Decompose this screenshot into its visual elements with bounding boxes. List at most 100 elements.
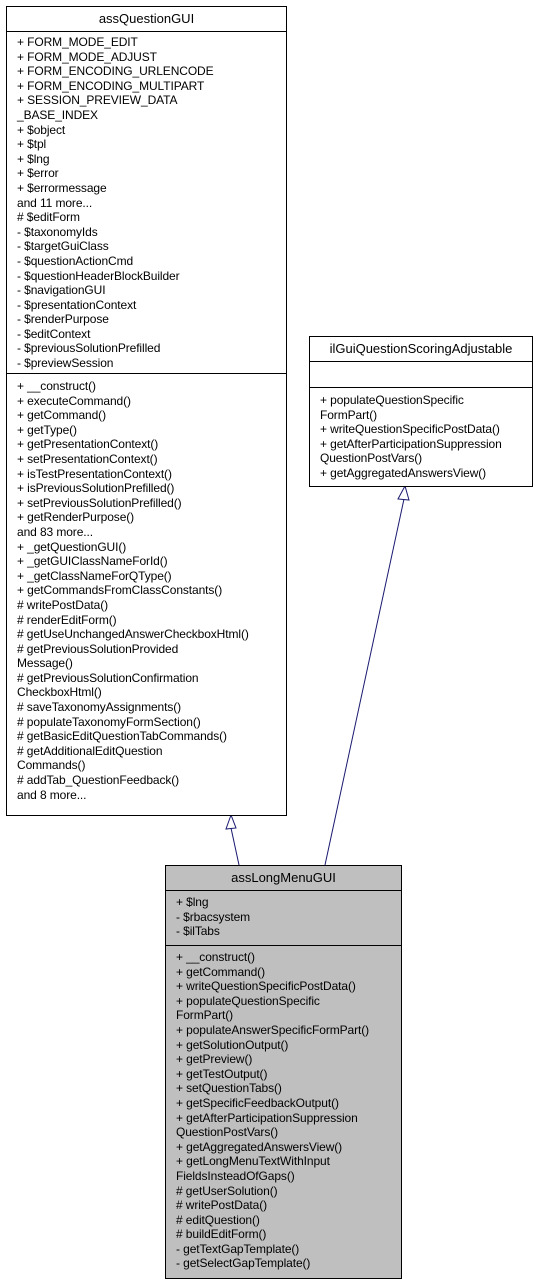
class-attribute: - $navigationGUI bbox=[17, 283, 106, 298]
class-method: + setPresentationContext() bbox=[17, 451, 158, 466]
class-method: # saveTaxonomyAssignments() bbox=[17, 700, 182, 715]
class-attribute: + FORM_MODE_ADJUST bbox=[17, 49, 157, 64]
class-method: + writeQuestionSpecificPostData() bbox=[320, 422, 500, 437]
class-method: + writeQuestionSpecificPostData() bbox=[176, 979, 356, 994]
class-method: + _getQuestionGUI() bbox=[17, 539, 127, 554]
class-method: + populateQuestionSpecific bbox=[176, 993, 320, 1008]
class-method: + getTestOutput() bbox=[176, 1066, 268, 1081]
class-name: assQuestionGUI bbox=[7, 7, 286, 32]
class-attribute: + $object bbox=[17, 122, 66, 137]
method-list: + __construct() + getCommand() + writeQues… bbox=[176, 950, 401, 1271]
class-method: + getPresentationContext() bbox=[17, 437, 159, 452]
class-attribute: + $lng bbox=[17, 151, 50, 166]
class-method: + setPreviousSolutionPrefilled() bbox=[17, 495, 182, 510]
class-method: FormPart() bbox=[320, 407, 377, 422]
class-method: + getRenderPurpose() bbox=[17, 510, 135, 525]
class-attribute: - $questionHeaderBlockBuilder bbox=[17, 268, 180, 283]
class-method: + getSolutionOutput() bbox=[176, 1037, 289, 1052]
class-attribute: + FORM_ENCODING_MULTIPART bbox=[17, 78, 205, 93]
class-method: + getCommandsFromClassConstants() bbox=[17, 583, 223, 598]
class-method: + __construct() bbox=[176, 950, 255, 964]
class-attribute: - $renderPurpose bbox=[17, 312, 109, 327]
class-method: # writePostData() bbox=[17, 597, 108, 612]
attribute-list: + FORM_MODE_EDIT + FORM_MODE_ADJUST + FORM… bbox=[17, 35, 286, 371]
edge-derived-to-base bbox=[225, 813, 240, 866]
class-method: + getPreview() bbox=[176, 1052, 253, 1067]
class-method: + getLongMenuTextWithInput bbox=[176, 1154, 330, 1169]
class-method: + isPreviousSolutionPrefilled() bbox=[17, 481, 175, 496]
class-attribute: + FORM_MODE_EDIT bbox=[17, 35, 138, 49]
class-method: # getUserSolution() bbox=[176, 1183, 278, 1198]
class-attribute: - $rbacsystem bbox=[176, 909, 251, 924]
class-attribute: - $presentationContext bbox=[17, 297, 137, 312]
class-method: + getCommand() bbox=[176, 964, 265, 979]
class-method: + setQuestionTabs() bbox=[176, 1081, 282, 1096]
methods-section: + __construct() + executeCommand() + getCo… bbox=[7, 374, 286, 805]
class-attribute: # $editForm bbox=[17, 210, 80, 225]
inheritance-arrowhead-icon bbox=[397, 484, 410, 501]
class-name: ilGuiQuestionScoringAdjustable bbox=[310, 337, 532, 362]
attributes-section: + $lng - $rbacsystem - $ilTabs bbox=[166, 891, 401, 946]
class-attribute: - $targetGuiClass bbox=[17, 239, 109, 254]
class-box-assquestiongui[interactable]: assQuestionGUI + FORM_MODE_EDIT + FORM_MO… bbox=[6, 6, 287, 816]
class-method: - getTextGapTemplate() bbox=[176, 1241, 300, 1256]
class-attribute: + $errormessage bbox=[17, 180, 107, 195]
attributes-section: + FORM_MODE_EDIT + FORM_MODE_ADJUST + FORM… bbox=[7, 32, 286, 374]
class-method: Message() bbox=[17, 656, 73, 671]
class-method: CheckboxHtml() bbox=[17, 685, 102, 700]
class-attribute: - $questionActionCmd bbox=[17, 253, 134, 268]
class-box-asslongmenugui[interactable]: assLongMenuGUI + $lng - $rbacsystem - $ilT… bbox=[165, 865, 402, 1279]
edge-line bbox=[230, 827, 240, 866]
class-method: + _getClassNameForQType() bbox=[17, 568, 172, 583]
class-method: # buildEditForm() bbox=[176, 1227, 267, 1242]
methods-section: + populateQuestionSpecific FormPart() + wr… bbox=[310, 388, 532, 484]
class-attribute: + SESSION_PREVIEW_DATA bbox=[17, 93, 178, 108]
class-name: assLongMenuGUI bbox=[166, 866, 401, 891]
class-method: + getType() bbox=[17, 422, 77, 437]
class-method: FormPart() bbox=[176, 1008, 233, 1023]
inheritance-arrowhead-icon bbox=[225, 813, 237, 830]
class-method: and 83 more... bbox=[17, 524, 93, 539]
class-method: # addTab_QuestionFeedback() bbox=[17, 773, 180, 788]
class-method: Commands() bbox=[17, 758, 86, 773]
class-method: + getAfterParticipationSuppression bbox=[320, 436, 502, 451]
attributes-section bbox=[310, 362, 532, 388]
class-method: # renderEditForm() bbox=[17, 612, 117, 627]
edge-line bbox=[324, 498, 405, 866]
class-method: + _getGUIClassNameForId() bbox=[17, 554, 168, 569]
class-method: QuestionPostVars() bbox=[320, 451, 423, 466]
class-method: FieldsInsteadOfGaps() bbox=[176, 1168, 295, 1183]
class-method: + isTestPresentationContext() bbox=[17, 466, 172, 481]
class-attribute: + $lng bbox=[176, 895, 209, 909]
edge-derived-to-interface bbox=[324, 484, 410, 866]
class-method: + populateQuestionSpecific bbox=[320, 393, 464, 407]
class-method: - getSelectGapTemplate() bbox=[176, 1256, 311, 1271]
class-attribute: - $taxonomyIds bbox=[17, 224, 98, 239]
class-method: + __construct() bbox=[17, 379, 96, 393]
class-attribute: _BASE_INDEX bbox=[17, 107, 98, 122]
class-attribute: - $editContext bbox=[17, 326, 91, 341]
class-method: # editQuestion() bbox=[176, 1212, 260, 1227]
class-method: # getPreviousSolutionConfirmation bbox=[17, 670, 199, 685]
class-method: + executeCommand() bbox=[17, 393, 131, 408]
class-attribute: + $error bbox=[17, 166, 59, 181]
class-method: # writePostData() bbox=[176, 1198, 267, 1213]
class-method: + getAggregatedAnswersView() bbox=[176, 1139, 343, 1154]
class-box-ilguiquestionscoringadjustable[interactable]: ilGuiQuestionScoringAdjustable + populat… bbox=[309, 336, 533, 487]
class-method: # populateTaxonomyFormSection() bbox=[17, 714, 201, 729]
method-list: + populateQuestionSpecific FormPart() + wr… bbox=[320, 393, 532, 481]
class-attribute: + FORM_ENCODING_URLENCODE bbox=[17, 64, 214, 79]
class-attribute: - $previewSession bbox=[17, 356, 114, 371]
class-attribute: + $tpl bbox=[17, 137, 47, 152]
class-method: # getBasicEditQuestionTabCommands() bbox=[17, 729, 227, 744]
class-method: # getPreviousSolutionProvided bbox=[17, 641, 179, 656]
class-method: + getSpecificFeedbackOutput() bbox=[176, 1095, 339, 1110]
class-method: + getAggregatedAnswersView() bbox=[320, 465, 487, 480]
class-method: # getAdditionalEditQuestion bbox=[17, 743, 163, 758]
class-method: + getCommand() bbox=[17, 408, 106, 423]
attribute-list: + $lng - $rbacsystem - $ilTabs bbox=[176, 895, 401, 939]
method-list: + __construct() + executeCommand() + getCo… bbox=[17, 379, 286, 802]
class-method: and 8 more... bbox=[17, 787, 87, 802]
class-method: QuestionPostVars() bbox=[176, 1125, 279, 1140]
class-method: + getAfterParticipationSuppression bbox=[176, 1110, 358, 1125]
